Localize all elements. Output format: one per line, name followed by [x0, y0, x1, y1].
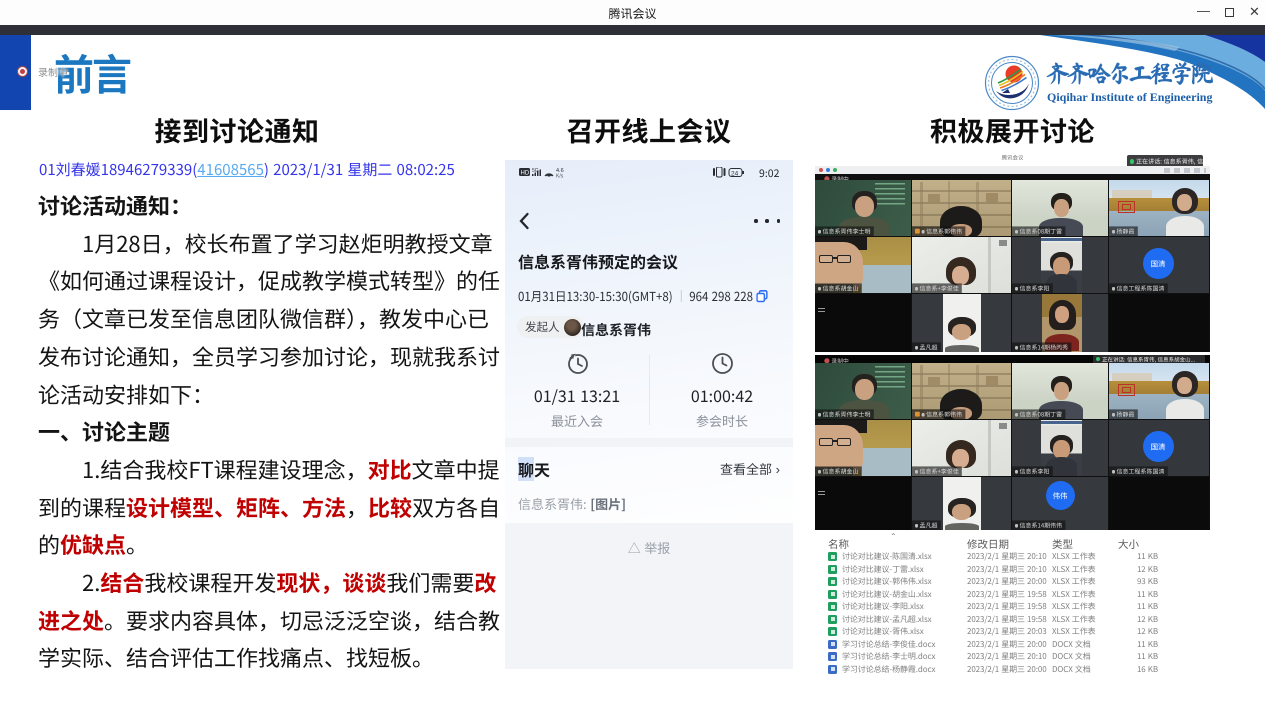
- svg-text:K/s: K/s: [556, 174, 564, 179]
- svg-text:HD: HD: [521, 171, 530, 177]
- svg-text:24: 24: [731, 170, 739, 177]
